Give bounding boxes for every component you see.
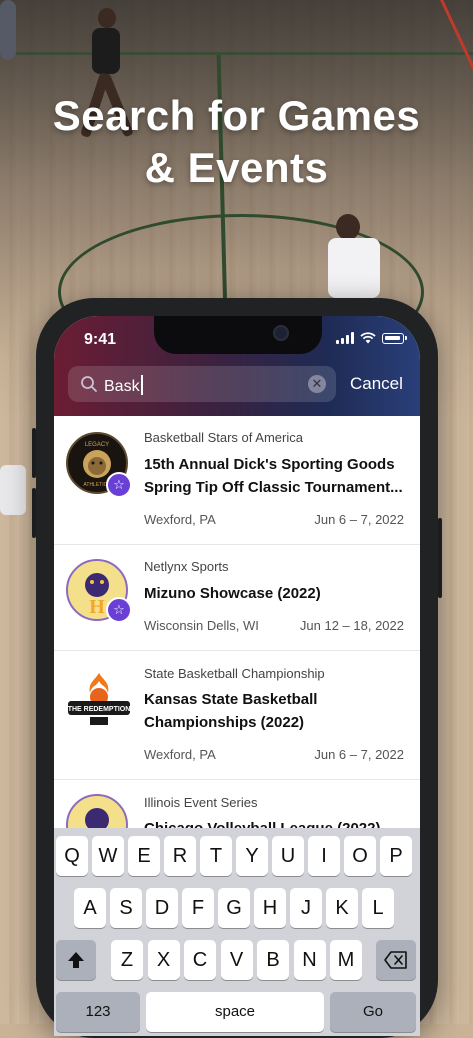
event-location: Wisconsin Dells, WI	[144, 618, 259, 633]
key-k[interactable]: K	[326, 888, 358, 928]
status-time: 9:41	[84, 331, 117, 348]
key-h[interactable]: H	[254, 888, 286, 928]
key-j[interactable]: J	[290, 888, 322, 928]
event-location: Wexford, PA	[144, 512, 216, 527]
key-m[interactable]: M	[330, 940, 362, 980]
event-date: Jun 12 – 18, 2022	[299, 618, 404, 633]
delete-icon	[384, 951, 407, 969]
headline-line-2: & Events	[144, 144, 329, 191]
key-y[interactable]: Y	[236, 836, 268, 876]
key-w[interactable]: W	[92, 836, 124, 876]
key-u[interactable]: U	[272, 836, 304, 876]
result-item[interactable]: LEGACY ATHLETICS ☆ Basketball Stars of A…	[54, 416, 420, 545]
volume-button	[32, 428, 36, 478]
key-s[interactable]: S	[110, 888, 142, 928]
event-title: Mizuno Showcase (2022)	[144, 585, 321, 602]
key-p[interactable]: P	[380, 836, 412, 876]
event-date: Jun 6 – 7, 2022	[314, 512, 404, 527]
event-organizer: State Basketball Championship	[144, 666, 325, 681]
shift-key[interactable]	[56, 940, 96, 980]
battery-icon	[382, 332, 407, 344]
clear-search-icon[interactable]: ✕	[308, 375, 326, 393]
svg-text:H: H	[89, 596, 105, 618]
search-header: 9:41 Bask ✕ Cancel	[54, 316, 420, 416]
notch	[154, 316, 322, 354]
key-b[interactable]: B	[257, 940, 289, 980]
search-input[interactable]: Bask ✕	[68, 366, 336, 402]
key-z[interactable]: Z	[111, 940, 143, 980]
svg-text:THE REDEMPTION: THE REDEMPTION	[68, 706, 131, 713]
event-location: Wexford, PA	[144, 747, 216, 762]
event-organizer: Illinois Event Series	[144, 795, 258, 810]
event-organizer: Basketball Stars of America	[144, 430, 303, 445]
featured-star-badge: ☆	[106, 472, 132, 498]
player-figure	[0, 0, 30, 70]
key-e[interactable]: E	[128, 836, 160, 876]
event-date: Jun 6 – 7, 2022	[314, 747, 404, 762]
front-camera	[273, 325, 289, 341]
signal-icon	[336, 332, 354, 344]
status-icons	[336, 332, 407, 344]
key-x[interactable]: X	[147, 940, 180, 980]
event-title: 15th Annual Dick's Sporting Goods Spring…	[144, 456, 403, 496]
numbers-key[interactable]: 123	[56, 992, 140, 1032]
key-f[interactable]: F	[182, 888, 214, 928]
player-figure	[0, 455, 36, 525]
key-t[interactable]: T	[200, 836, 232, 876]
key-a[interactable]: A	[74, 888, 106, 928]
key-g[interactable]: G	[218, 888, 250, 928]
key-n[interactable]: N	[293, 940, 326, 980]
go-key[interactable]: Go	[330, 992, 416, 1032]
redemption-logo-icon: THE REDEMPTION	[68, 673, 131, 725]
key-l[interactable]: L	[362, 888, 394, 928]
result-item[interactable]: THE REDEMPTION State Basketball Champion…	[54, 651, 420, 780]
shift-icon	[68, 952, 84, 968]
text-caret	[140, 375, 143, 395]
wifi-icon	[360, 332, 376, 344]
promo-headline: Search for Games & Events	[0, 90, 473, 194]
headline-line-1: Search for Games	[52, 92, 421, 139]
on-screen-keyboard: QWERTYUIOP ASDFGHJKL ZXCVBNM 123 space G…	[54, 828, 420, 1036]
key-c[interactable]: C	[184, 940, 216, 980]
event-organizer: Netlynx Sports	[144, 559, 229, 574]
cancel-button[interactable]: Cancel	[350, 374, 403, 394]
search-query: Bask	[104, 375, 143, 396]
player-figure	[322, 212, 412, 312]
key-i[interactable]: I	[308, 836, 340, 876]
space-key[interactable]: space	[146, 992, 324, 1032]
phone-screen: 9:41 Bask ✕ Cancel LEGACY ATHLETICS ☆ Ba…	[54, 316, 420, 1036]
result-item[interactable]: H ☆ Netlynx Sports Mizuno Showcase (2022…	[54, 545, 420, 651]
search-icon	[81, 376, 97, 392]
key-o[interactable]: O	[344, 836, 376, 876]
svg-text:LEGACY: LEGACY	[85, 442, 109, 448]
key-r[interactable]: R	[164, 836, 196, 876]
volume-button	[32, 488, 36, 538]
event-title: Kansas State Basketball Championships (2…	[144, 691, 318, 731]
power-button	[438, 518, 442, 598]
key-d[interactable]: D	[146, 888, 178, 928]
key-v[interactable]: V	[220, 940, 253, 980]
event-logo: THE REDEMPTION	[66, 671, 130, 733]
featured-star-badge: ☆	[106, 597, 132, 623]
delete-key[interactable]	[376, 940, 416, 980]
key-q[interactable]: Q	[56, 836, 88, 876]
